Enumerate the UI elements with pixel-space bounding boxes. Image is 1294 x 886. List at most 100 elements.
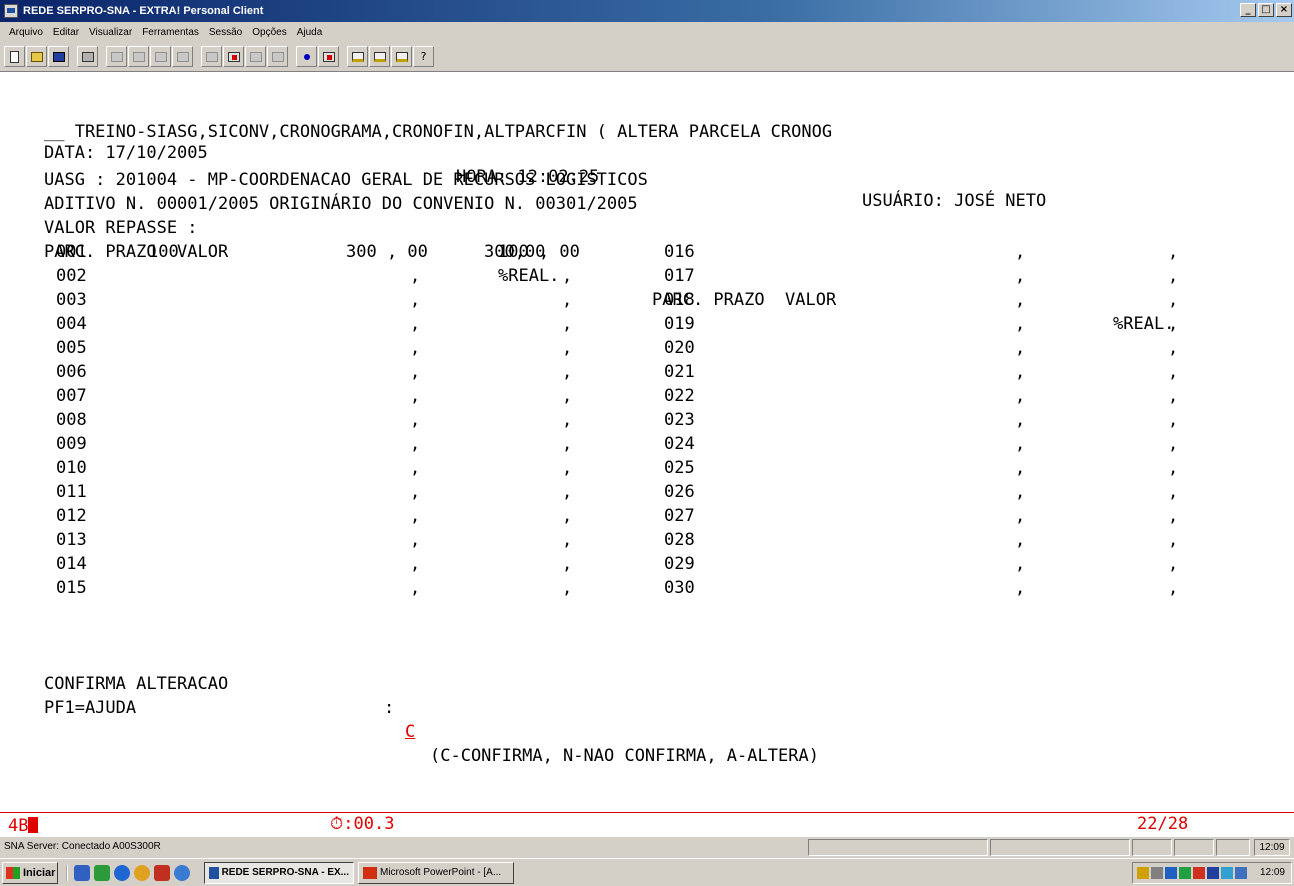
valor-field[interactable]: , <box>410 576 420 600</box>
transfer-icon[interactable] <box>267 46 288 67</box>
valor-field[interactable]: , <box>1015 552 1025 576</box>
valor-field[interactable]: , <box>1015 480 1025 504</box>
print-icon[interactable] <box>77 46 98 67</box>
valor-field[interactable]: , <box>410 264 420 288</box>
tray-app4-icon[interactable] <box>1207 867 1219 879</box>
session-icon[interactable] <box>245 46 266 67</box>
desktop-icon[interactable] <box>74 864 90 881</box>
disconnect-icon[interactable] <box>318 46 339 67</box>
valor-field[interactable]: , <box>1015 360 1025 384</box>
real-field[interactable]: , <box>1168 528 1178 552</box>
valor-field[interactable]: , <box>410 336 420 360</box>
terminal-screen[interactable]: __ TREINO-SIASG,SICONV,CRONOGRAMA,CRONOF… <box>0 72 1294 836</box>
real-field[interactable]: , <box>1168 456 1178 480</box>
real-field[interactable]: , <box>562 504 572 528</box>
tray-volume-icon[interactable] <box>1151 867 1163 879</box>
app-icon[interactable] <box>4 4 18 18</box>
real-field[interactable]: , <box>562 408 572 432</box>
media-icon[interactable] <box>134 864 150 881</box>
real-field[interactable]: , <box>562 480 572 504</box>
valor-field[interactable]: , <box>410 528 420 552</box>
cut-icon[interactable] <box>106 46 127 67</box>
tray-app3-icon[interactable] <box>1193 867 1205 879</box>
real-field[interactable]: 100 , 00 <box>498 240 580 264</box>
valor-field[interactable]: , <box>1015 456 1025 480</box>
menu-opcoes[interactable]: Opções <box>247 27 291 38</box>
app-launch-icon[interactable] <box>154 864 170 881</box>
real-field[interactable]: , <box>1168 576 1178 600</box>
valor-field[interactable]: , <box>410 456 420 480</box>
valor-field[interactable]: , <box>410 432 420 456</box>
prazo-field[interactable]: 100 <box>148 240 179 264</box>
valor-field[interactable]: , <box>1015 264 1025 288</box>
tray-app2-icon[interactable] <box>1179 867 1191 879</box>
real-field[interactable]: , <box>562 360 572 384</box>
real-field[interactable]: , <box>562 384 572 408</box>
valor-field[interactable]: , <box>1015 384 1025 408</box>
start-button[interactable]: Iniciar <box>2 861 58 884</box>
menu-ajuda[interactable]: Ajuda <box>292 27 328 38</box>
menu-arquivo[interactable]: Arquivo <box>4 27 48 38</box>
copy-icon[interactable] <box>128 46 149 67</box>
tray-app6-icon[interactable] <box>1235 867 1247 879</box>
valor-field[interactable]: , <box>410 360 420 384</box>
chart2-icon[interactable] <box>369 46 390 67</box>
tray-app5-icon[interactable] <box>1221 867 1233 879</box>
new-icon[interactable] <box>4 46 25 67</box>
valor-field[interactable]: , <box>1015 288 1025 312</box>
title-bar[interactable]: REDE SERPRO-SNA - EXTRA! Personal Client… <box>0 0 1294 22</box>
player-icon[interactable] <box>174 864 190 881</box>
real-field[interactable]: , <box>1168 240 1178 264</box>
close-button[interactable]: × <box>1276 3 1292 17</box>
valor-field[interactable]: , <box>1015 408 1025 432</box>
task-powerpoint[interactable]: Microsoft PowerPoint - [A... <box>358 861 514 884</box>
help-icon[interactable]: ? <box>413 46 434 67</box>
valor-field[interactable]: , <box>1015 240 1025 264</box>
real-field[interactable]: , <box>562 432 572 456</box>
maximize-button[interactable]: □ <box>1258 3 1274 17</box>
macro-icon[interactable] <box>223 46 244 67</box>
real-field[interactable]: , <box>1168 360 1178 384</box>
valor-field[interactable]: , <box>410 504 420 528</box>
trace-icon[interactable] <box>172 46 193 67</box>
chart-icon[interactable] <box>347 46 368 67</box>
valor-field[interactable]: , <box>410 480 420 504</box>
browser-icon[interactable] <box>114 864 130 881</box>
real-field[interactable]: , <box>1168 408 1178 432</box>
real-field[interactable]: , <box>1168 312 1178 336</box>
open-icon[interactable] <box>26 46 47 67</box>
menu-sessao[interactable]: Sessão <box>204 27 247 38</box>
real-field[interactable]: , <box>562 456 572 480</box>
valor-field[interactable]: , <box>1015 432 1025 456</box>
valor-field[interactable]: , <box>1015 336 1025 360</box>
valor-field[interactable]: , <box>1015 504 1025 528</box>
minimize-button[interactable]: _ <box>1240 3 1256 17</box>
menu-editar[interactable]: Editar <box>48 27 84 38</box>
chart3-icon[interactable] <box>391 46 412 67</box>
real-field[interactable]: , <box>562 264 572 288</box>
menu-ferramentas[interactable]: Ferramentas <box>137 27 204 38</box>
real-field[interactable]: , <box>1168 264 1178 288</box>
menu-visualizar[interactable]: Visualizar <box>84 27 137 38</box>
real-field[interactable]: , <box>562 312 572 336</box>
real-field[interactable]: , <box>1168 384 1178 408</box>
real-field[interactable]: , <box>562 528 572 552</box>
valor-field[interactable]: , <box>410 288 420 312</box>
valor-field[interactable]: , <box>410 312 420 336</box>
valor-field[interactable]: , <box>410 384 420 408</box>
valor-field[interactable]: , <box>1015 576 1025 600</box>
valor-field[interactable]: , <box>1015 528 1025 552</box>
valor-field[interactable]: , <box>410 552 420 576</box>
real-field[interactable]: , <box>1168 432 1178 456</box>
tray-app1-icon[interactable] <box>1165 867 1177 879</box>
connect-icon[interactable] <box>296 46 317 67</box>
real-field[interactable]: , <box>1168 336 1178 360</box>
real-field[interactable]: , <box>562 576 572 600</box>
valor-field[interactable]: , <box>410 408 420 432</box>
real-field[interactable]: , <box>562 336 572 360</box>
confirm-input[interactable]: C <box>405 720 415 744</box>
tray-network-icon[interactable] <box>1137 867 1149 879</box>
real-field[interactable]: , <box>562 552 572 576</box>
real-field[interactable]: , <box>1168 552 1178 576</box>
task-extra-client[interactable]: REDE SERPRO-SNA - EX... <box>204 861 354 884</box>
